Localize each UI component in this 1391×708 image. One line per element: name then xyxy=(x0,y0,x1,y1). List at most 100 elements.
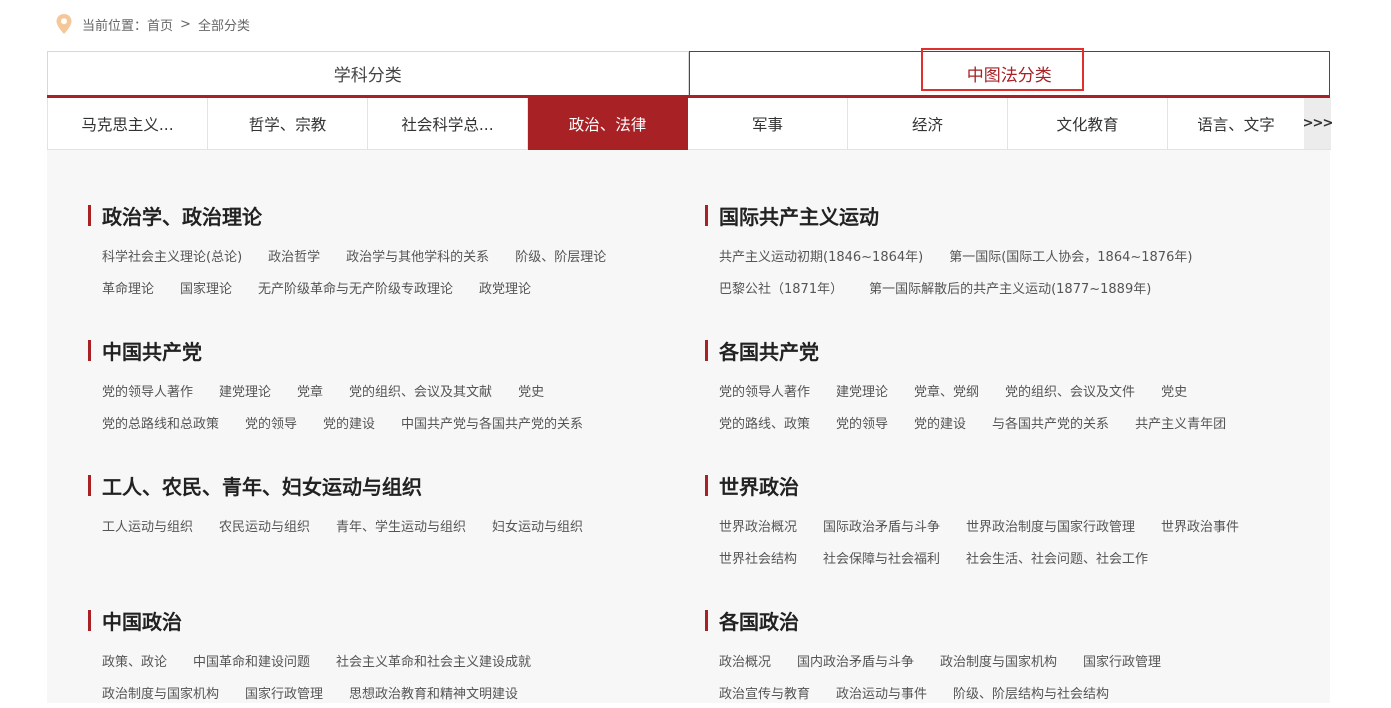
category-tabs: 马克思主义... 哲学、宗教 社会科学总... 政治、法律 军事 经济 文化教育… xyxy=(47,98,1333,157)
subcategory-link[interactable]: 政治运动与事件 xyxy=(836,683,927,702)
category-tab-culture-education[interactable]: 文化教育 xyxy=(1008,98,1168,150)
subcategory-link[interactable]: 党的路线、政策 xyxy=(719,413,810,432)
title-accent-bar xyxy=(705,474,708,496)
subcategory-link[interactable]: 党史 xyxy=(518,381,544,400)
subcategory-link[interactable]: 党的领导 xyxy=(245,413,297,432)
link-row: 党的总路线和总政策 党的领导 党的建设 中国共产党与各国共产党的关系 xyxy=(102,406,609,438)
breadcrumb: 当前位置： 首页 > 全部分类 xyxy=(55,13,250,35)
subcategory-link[interactable]: 社会保障与社会福利 xyxy=(823,548,940,567)
breadcrumb-separator: > xyxy=(180,16,191,32)
subcategory-link[interactable]: 中国革命和建设问题 xyxy=(193,651,310,670)
subcategory-link[interactable]: 党的组织、会议及文件 xyxy=(1005,381,1135,400)
subcategory-link[interactable]: 政治制度与国家机构 xyxy=(940,651,1057,670)
subcategory-link[interactable]: 党章 xyxy=(297,381,323,400)
subcategory-link[interactable]: 党的组织、会议及其文献 xyxy=(349,381,492,400)
subcategory-link[interactable]: 青年、学生运动与组织 xyxy=(336,516,466,535)
subcategory-link[interactable]: 政党理论 xyxy=(479,278,531,297)
link-row: 巴黎公社（1871年） 第一国际解散后的共产主义运动(1877~1889年) xyxy=(719,271,1218,303)
subcategory-link[interactable]: 国家行政管理 xyxy=(245,683,323,702)
link-row: 政治制度与国家机构 国家行政管理 思想政治教育和精神文明建设 xyxy=(102,676,557,708)
title-accent-bar xyxy=(88,339,91,361)
subcategory-link[interactable]: 政策、政论 xyxy=(102,651,167,670)
subcategory-link[interactable]: 社会生活、社会问题、社会工作 xyxy=(966,548,1148,567)
section-title-text: 世界政治 xyxy=(719,474,799,499)
section-world-politics: 世界政治 世界政治概况 国际政治矛盾与斗争 世界政治制度与国家行政管理 世界政治… xyxy=(705,473,1265,573)
subcategory-link[interactable]: 建党理论 xyxy=(219,381,271,400)
link-row: 革命理论 国家理论 无产阶级革命与无产阶级专政理论 政党理论 xyxy=(102,271,632,303)
tab-subject-classification[interactable]: 学科分类 xyxy=(47,51,689,95)
category-tab-politics-law[interactable]: 政治、法律 xyxy=(528,98,688,157)
breadcrumb-home-link[interactable]: 首页 xyxy=(147,15,173,34)
link-row: 政治宣传与教育 政治运动与事件 阶级、阶层结构与社会结构 xyxy=(719,676,1187,708)
link-row: 党的领导人著作 建党理论 党章 党的组织、会议及其文献 党史 xyxy=(102,374,609,406)
subcategory-link[interactable]: 巴黎公社（1871年） xyxy=(719,278,843,297)
subcategory-link[interactable]: 世界政治事件 xyxy=(1161,516,1239,535)
subcategory-link[interactable]: 党的总路线和总政策 xyxy=(102,413,219,432)
subcategory-link[interactable]: 第一国际(国际工人协会，1864~1876年) xyxy=(949,246,1192,265)
subcategory-link[interactable]: 国际政治矛盾与斗争 xyxy=(823,516,940,535)
category-tab-economics[interactable]: 经济 xyxy=(848,98,1008,150)
subcategory-link[interactable]: 党的领导人著作 xyxy=(719,381,810,400)
subcategory-link[interactable]: 世界政治制度与国家行政管理 xyxy=(966,516,1135,535)
subcategory-link[interactable]: 阶级、阶层结构与社会结构 xyxy=(953,683,1109,702)
link-row: 党的路线、政策 党的领导 党的建设 与各国共产党的关系 共产主义青年团 xyxy=(719,406,1252,438)
subcategory-link[interactable]: 中国共产党与各国共产党的关系 xyxy=(401,413,583,432)
subcategory-link[interactable]: 共产主义青年团 xyxy=(1135,413,1226,432)
category-tab-marxism[interactable]: 马克思主义... xyxy=(48,98,208,150)
tab-clc-classification[interactable]: 中图法分类 xyxy=(688,48,1330,95)
category-content-panel: 政治学、政治理论 科学社会主义理论(总论) 政治哲学 政治学与其他学科的关系 阶… xyxy=(47,150,1330,703)
subcategory-link[interactable]: 党章、党纲 xyxy=(914,381,979,400)
link-row: 党的领导人著作 建党理论 党章、党纲 党的组织、会议及文件 党史 xyxy=(719,374,1252,406)
subcategory-link[interactable]: 工人运动与组织 xyxy=(102,516,193,535)
more-tabs-button[interactable]: >>> xyxy=(1303,98,1333,150)
category-tab-philosophy-religion[interactable]: 哲学、宗教 xyxy=(208,98,368,150)
subcategory-links: 工人运动与组织 农民运动与组织 青年、学生运动与组织 妇女运动与组织 xyxy=(102,509,609,541)
section-international-communist-movement: 国际共产主义运动 共产主义运动初期(1846~1864年) 第一国际(国际工人协… xyxy=(705,203,1218,303)
subcategory-link[interactable]: 思想政治教育和精神文明建设 xyxy=(349,683,518,702)
link-row: 共产主义运动初期(1846~1864年) 第一国际(国际工人协会，1864~18… xyxy=(719,239,1218,271)
link-row: 政策、政论 中国革命和建设问题 社会主义革命和社会主义建设成就 xyxy=(102,644,557,676)
tab-label: 中图法分类 xyxy=(966,66,1052,86)
subcategory-link[interactable]: 妇女运动与组织 xyxy=(492,516,583,535)
subcategory-link[interactable]: 党的建设 xyxy=(914,413,966,432)
subcategory-links: 党的领导人著作 建党理论 党章、党纲 党的组织、会议及文件 党史 党的路线、政策… xyxy=(719,374,1252,438)
subcategory-link[interactable]: 共产主义运动初期(1846~1864年) xyxy=(719,246,923,265)
subcategory-link[interactable]: 与各国共产党的关系 xyxy=(992,413,1109,432)
subcategory-links: 政治概况 国内政治矛盾与斗争 政治制度与国家机构 国家行政管理 政治宣传与教育 … xyxy=(719,644,1187,708)
subcategory-link[interactable]: 阶级、阶层理论 xyxy=(515,246,606,265)
subcategory-link[interactable]: 国家理论 xyxy=(180,278,232,297)
subcategory-link[interactable]: 党的建设 xyxy=(323,413,375,432)
subcategory-links: 党的领导人著作 建党理论 党章 党的组织、会议及其文献 党史 党的总路线和总政策… xyxy=(102,374,609,438)
subcategory-link[interactable]: 政治概况 xyxy=(719,651,771,670)
category-tab-social-sciences[interactable]: 社会科学总... xyxy=(368,98,528,150)
subcategory-link[interactable]: 政治哲学 xyxy=(268,246,320,265)
subcategory-link[interactable]: 政治学与其他学科的关系 xyxy=(346,246,489,265)
subcategory-link[interactable]: 建党理论 xyxy=(836,381,888,400)
subcategory-link[interactable]: 无产阶级革命与无产阶级专政理论 xyxy=(258,278,453,297)
subcategory-link[interactable]: 党的领导人著作 xyxy=(102,381,193,400)
subcategory-link[interactable]: 政治制度与国家机构 xyxy=(102,683,219,702)
subcategory-link[interactable]: 党的领导 xyxy=(836,413,888,432)
section-title-text: 各国共产党 xyxy=(719,339,819,364)
subcategory-link[interactable]: 党史 xyxy=(1161,381,1187,400)
section-title: 各国共产党 xyxy=(705,338,1252,364)
subcategory-link[interactable]: 世界政治概况 xyxy=(719,516,797,535)
subcategory-link[interactable]: 革命理论 xyxy=(102,278,154,297)
category-tab-military[interactable]: 军事 xyxy=(688,98,848,150)
section-title-text: 中国政治 xyxy=(102,609,182,634)
subcategory-link[interactable]: 世界社会结构 xyxy=(719,548,797,567)
subcategory-link[interactable]: 政治宣传与教育 xyxy=(719,683,810,702)
subcategory-link[interactable]: 国家行政管理 xyxy=(1083,651,1161,670)
subcategory-link[interactable]: 农民运动与组织 xyxy=(219,516,310,535)
subcategory-link[interactable]: 第一国际解散后的共产主义运动(1877~1889年) xyxy=(869,278,1151,297)
title-accent-bar xyxy=(88,474,91,496)
subcategory-link[interactable]: 科学社会主义理论(总论) xyxy=(102,246,242,265)
section-title: 世界政治 xyxy=(705,473,1265,499)
category-tab-language[interactable]: 语言、文字 xyxy=(1168,98,1304,150)
subcategory-links: 世界政治概况 国际政治矛盾与斗争 世界政治制度与国家行政管理 世界政治事件 世界… xyxy=(719,509,1265,573)
subcategory-link[interactable]: 国内政治矛盾与斗争 xyxy=(797,651,914,670)
subcategory-link[interactable]: 社会主义革命和社会主义建设成就 xyxy=(336,651,531,670)
link-row: 政治概况 国内政治矛盾与斗争 政治制度与国家机构 国家行政管理 xyxy=(719,644,1187,676)
subcategory-links: 共产主义运动初期(1846~1864年) 第一国际(国际工人协会，1864~18… xyxy=(719,239,1218,303)
title-accent-bar xyxy=(705,204,708,226)
